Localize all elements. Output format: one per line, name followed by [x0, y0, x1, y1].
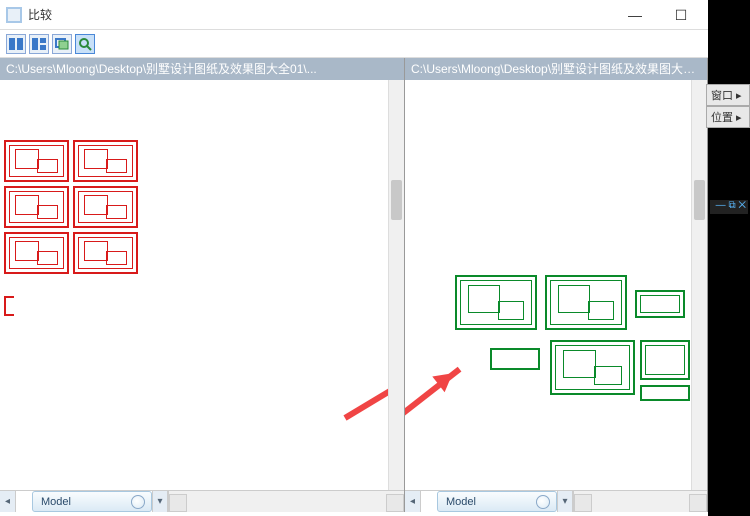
background-window — [708, 0, 750, 516]
window-title: 比较 — [28, 6, 52, 23]
sync-zoom-button[interactable] — [75, 34, 95, 54]
thumbnail — [73, 140, 138, 182]
view-overlay-button[interactable] — [52, 34, 72, 54]
thumbnail — [545, 275, 627, 330]
annotation-arrow-right — [405, 367, 461, 446]
background-window-icons: — ⧉ ✕ — [710, 200, 748, 214]
pane-left-horizontal-scrollbar[interactable] — [168, 491, 404, 512]
tab-prev-button[interactable]: ◂ — [405, 491, 421, 512]
thumbnail — [4, 186, 69, 228]
thumbnail-partial — [4, 296, 14, 316]
tab-dropdown-button[interactable]: ▾ — [557, 491, 573, 512]
titlebar: 比较 — ☐ ✕ — [0, 0, 750, 30]
app-icon — [6, 7, 22, 23]
thumbnail — [550, 340, 635, 395]
maximize-button[interactable]: ☐ — [658, 0, 704, 30]
pane-left-footer: ◂ Model ▾ — [0, 490, 404, 512]
pane-left-canvas[interactable] — [0, 80, 404, 490]
layout-tab-model-left[interactable]: Model — [32, 491, 152, 512]
pane-right-vertical-scrollbar[interactable] — [691, 80, 707, 490]
view-side-by-side-button[interactable] — [6, 34, 26, 54]
thumbnail — [4, 140, 69, 182]
thumbnail — [73, 232, 138, 274]
tab-label: Model — [446, 496, 476, 508]
tab-prev-button[interactable]: ◂ — [0, 491, 16, 512]
toolbar — [0, 30, 750, 58]
tab-label: Model — [41, 496, 71, 508]
pane-right-horizontal-scrollbar[interactable] — [573, 491, 707, 512]
view-split-button[interactable] — [29, 34, 49, 54]
layout-tab-model-right[interactable]: Model — [437, 491, 557, 512]
thumbnail — [73, 186, 138, 228]
minimize-button[interactable]: — — [612, 0, 658, 30]
thumbnail — [455, 275, 537, 330]
tab-dropdown-button[interactable]: ▾ — [152, 491, 168, 512]
compare-pane-right: C:\Users\Mloong\Desktop\别墅设计图纸及效果图大全01\.… — [405, 58, 708, 512]
pane-left-path: C:\Users\Mloong\Desktop\别墅设计图纸及效果图大全01\.… — [0, 58, 404, 80]
thumbnail — [4, 232, 69, 274]
thumbnail — [490, 348, 540, 370]
background-menu-item[interactable]: 窗口 ▸ — [706, 84, 750, 106]
right-drawing-thumbnails-row1 — [455, 275, 627, 330]
workspace: C:\Users\Mloong\Desktop\别墅设计图纸及效果图大全01\.… — [0, 58, 750, 516]
left-drawing-thumbnails — [4, 140, 138, 274]
thumbnail — [640, 385, 690, 401]
right-drawing-thumbnails-row2 — [490, 340, 635, 395]
background-menu-item[interactable]: 位置 ▸ — [706, 106, 750, 128]
pane-right-canvas[interactable] — [405, 80, 707, 490]
thumbnail — [635, 290, 685, 318]
thumbnail — [640, 340, 690, 380]
pane-right-footer: ◂ Model ▾ — [405, 490, 707, 512]
pane-right-path: C:\Users\Mloong\Desktop\别墅设计图纸及效果图大全01\.… — [405, 58, 707, 80]
compare-pane-left: C:\Users\Mloong\Desktop\别墅设计图纸及效果图大全01\.… — [0, 58, 405, 512]
pane-left-vertical-scrollbar[interactable] — [388, 80, 404, 490]
